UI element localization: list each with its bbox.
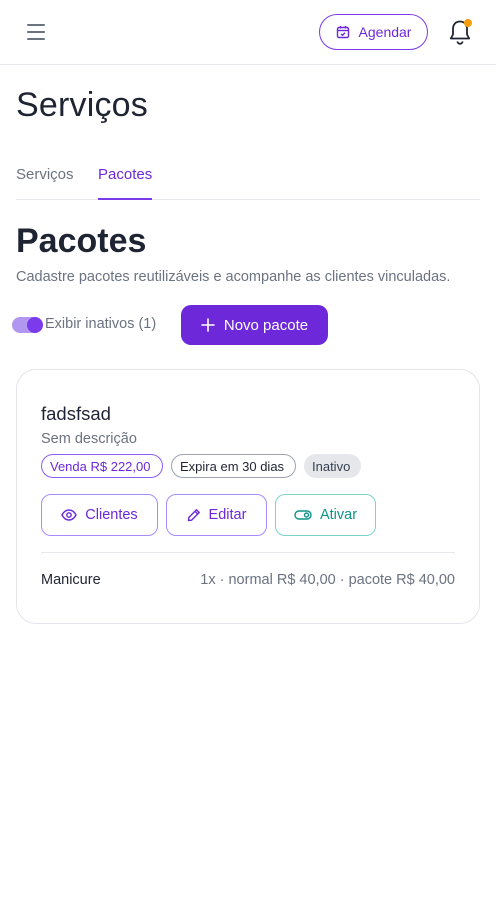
editar-button[interactable]: Editar (166, 494, 267, 536)
calendar-icon (336, 26, 349, 39)
show-inactive-label: Exibir inativos (1) (45, 316, 157, 332)
toggle-knob (27, 317, 43, 333)
hamburger-icon[interactable] (22, 18, 50, 46)
new-package-button[interactable]: Novo pacote (181, 305, 328, 345)
ativar-label: Ativar (319, 507, 358, 523)
notification-dot (464, 19, 472, 27)
package-card: fadsfsad Sem descrição Venda R$ 222,00 E… (16, 369, 480, 624)
eye-icon (61, 509, 78, 521)
ativar-button[interactable]: Ativar (275, 494, 376, 536)
price-badge: Venda R$ 222,00 (41, 454, 163, 478)
clientes-label: Clientes (85, 507, 138, 523)
new-package-label: Novo pacote (223, 316, 309, 334)
agendar-button[interactable]: Agendar (319, 14, 428, 50)
section-title: Pacotes (16, 222, 147, 260)
top-bar: Agendar (0, 0, 496, 65)
tab-servicos[interactable]: Serviços (16, 166, 74, 183)
tabs: Serviços Pacotes (16, 158, 480, 200)
page-title: Serviços (16, 86, 148, 124)
package-description: Sem descrição (41, 431, 137, 447)
service-detail: 1x · normal R$ 40,00 · pacote R$ 40,00 (200, 572, 455, 588)
editar-label: Editar (208, 507, 247, 523)
package-name: fadsfsad (41, 403, 111, 424)
card-divider (41, 552, 455, 553)
status-badge: Inativo (304, 454, 361, 478)
pencil-icon (187, 509, 200, 522)
clientes-button[interactable]: Clientes (41, 494, 158, 536)
tab-pacotes[interactable]: Pacotes (98, 166, 152, 183)
expiry-badge: Expira em 30 dias (171, 454, 296, 478)
show-inactive-toggle[interactable] (12, 317, 43, 333)
plus-icon (201, 318, 215, 332)
active-tab-indicator (98, 198, 152, 200)
service-name: Manicure (41, 572, 101, 588)
agendar-label: Agendar (358, 24, 412, 40)
section-subtitle: Cadastre pacotes reutilizáveis e acompan… (16, 269, 451, 285)
toggle-icon (294, 510, 312, 520)
